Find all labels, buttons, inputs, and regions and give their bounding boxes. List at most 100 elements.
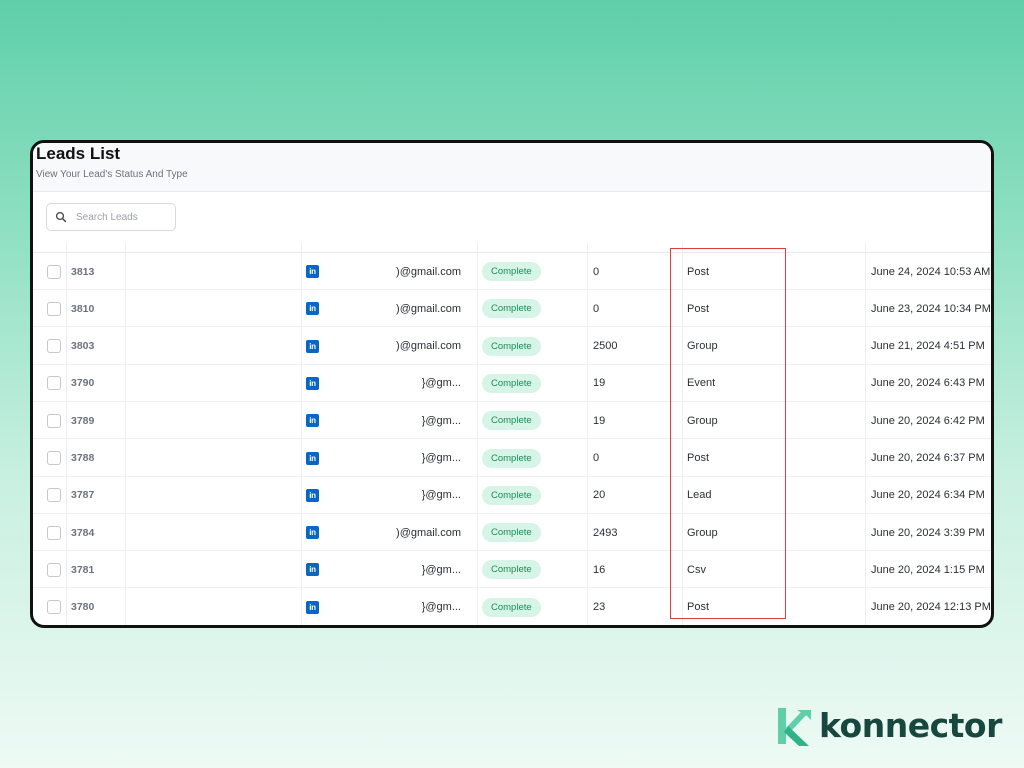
status-cell: Complete [482,290,582,327]
row-checkbox[interactable] [47,562,61,577]
table-row[interactable]: 3788 in }@gm... Complete 0 Post June 20,… [33,440,991,477]
lead-date: June 23, 2024 10:34 PM [871,302,991,315]
lead-date: June 20, 2024 12:13 PM [871,601,991,614]
linkedin-icon: in [306,563,319,577]
row-checkbox-cell [47,365,63,402]
row-checkbox[interactable] [47,376,61,391]
linkedin-icon: in [306,451,319,465]
lead-email: }@gm... [421,452,461,464]
lead-type: Group [687,414,718,427]
table-row[interactable]: 3784 in )@gmail.com Complete 2493 Group … [33,514,991,552]
lead-count: 19 [593,377,606,390]
linkedin-icon: in [306,526,319,540]
network-cell: in [306,290,322,327]
lead-type: Event [687,377,716,390]
lead-id: 3787 [71,489,95,502]
lead-id: 3784 [71,526,95,539]
row-checkbox-cell [47,440,63,477]
table-row[interactable]: 3780 in }@gm... Complete 23 Post June 20… [33,589,991,625]
search-icon [55,211,67,223]
row-checkbox-cell [47,477,63,514]
lead-date: June 20, 2024 6:42 PM [871,414,985,427]
table-row[interactable]: 3787 in }@gm... Complete 20 Lead June 20… [33,477,991,514]
status-cell: Complete [482,402,582,439]
lead-count: 2500 [593,340,618,353]
leads-card: Leads List View Your Lead's Status And T… [30,140,994,628]
table-row[interactable]: 3803 in )@gmail.com Complete 2500 Group … [33,328,991,365]
status-cell: Complete [482,589,582,625]
table-header [33,243,991,253]
status-badge: Complete [482,523,541,543]
lead-id: 3813 [71,265,95,278]
search-container [46,203,176,231]
page-subtitle: View Your Lead's Status And Type [36,169,188,180]
linkedin-icon: in [306,376,319,390]
table-row[interactable]: 3790 in }@gm... Complete 19 Event June 2… [33,365,991,402]
lead-type: Group [687,526,718,539]
row-checkbox[interactable] [47,488,61,503]
lead-email: }@gm... [421,377,461,390]
network-cell: in [306,365,322,402]
status-badge: Complete [482,299,541,319]
lead-email: )@gmail.com [396,526,461,539]
linkedin-icon: in [306,339,319,353]
lead-id: 3810 [71,302,95,315]
status-badge: Complete [482,411,541,431]
network-cell: in [306,477,322,514]
status-cell: Complete [482,477,582,514]
card-header: Leads List View Your Lead's Status And T… [33,143,991,192]
search-box[interactable] [46,203,176,231]
status-badge: Complete [482,448,541,468]
lead-date: June 21, 2024 4:51 PM [871,340,985,353]
row-checkbox[interactable] [47,600,61,615]
lead-email: )@gmail.com [396,302,461,315]
lead-count: 19 [593,414,606,427]
lead-date: June 20, 2024 6:34 PM [871,489,985,502]
brand-logo: konnector [775,706,1002,746]
status-badge: Complete [482,336,541,356]
lead-email: }@gm... [421,601,461,614]
lead-count: 16 [593,563,606,576]
table-row[interactable]: 3810 in )@gmail.com Complete 0 Post June… [33,290,991,328]
lead-date: June 20, 2024 1:15 PM [871,563,985,576]
lead-date: June 20, 2024 6:43 PM [871,377,985,390]
linkedin-icon: in [306,414,319,428]
network-cell: in [306,440,322,477]
row-checkbox[interactable] [47,301,61,316]
lead-count: 20 [593,489,606,502]
status-cell: Complete [482,440,582,477]
status-cell: Complete [482,253,582,290]
status-cell: Complete [482,551,582,588]
lead-id: 3781 [71,563,95,576]
row-checkbox[interactable] [47,339,61,354]
lead-date: June 20, 2024 3:39 PM [871,526,985,539]
network-cell: in [306,328,322,365]
row-checkbox[interactable] [47,413,61,428]
row-checkbox[interactable] [47,451,61,465]
status-cell: Complete [482,514,582,551]
lead-type: Post [687,452,710,464]
lead-email: )@gmail.com [396,265,461,278]
lead-email: )@gmail.com [396,340,461,353]
lead-type: Lead [687,489,712,502]
network-cell: in [306,551,322,588]
lead-type: Csv [687,563,706,576]
table-row[interactable]: 3813 in )@gmail.com Complete 0 Post June… [33,253,991,290]
network-cell: in [306,589,322,625]
linkedin-icon: in [306,265,319,278]
lead-id: 3803 [71,340,95,353]
lead-date: June 20, 2024 6:37 PM [871,452,985,464]
row-checkbox[interactable] [47,264,61,279]
row-checkbox-cell [47,551,63,588]
status-badge: Complete [482,597,541,617]
lead-count: 0 [593,452,600,464]
table-row[interactable]: 3781 in }@gm... Complete 16 Csv June 20,… [33,551,991,589]
lead-count: 2493 [593,526,618,539]
table-row[interactable]: 3789 in }@gm... Complete 19 Group June 2… [33,402,991,440]
search-input[interactable] [76,211,166,223]
row-checkbox-cell [47,328,63,365]
linkedin-icon: in [306,600,319,614]
row-checkbox[interactable] [47,525,61,540]
konnector-logo-icon [778,708,811,746]
row-checkbox-cell [47,402,63,439]
